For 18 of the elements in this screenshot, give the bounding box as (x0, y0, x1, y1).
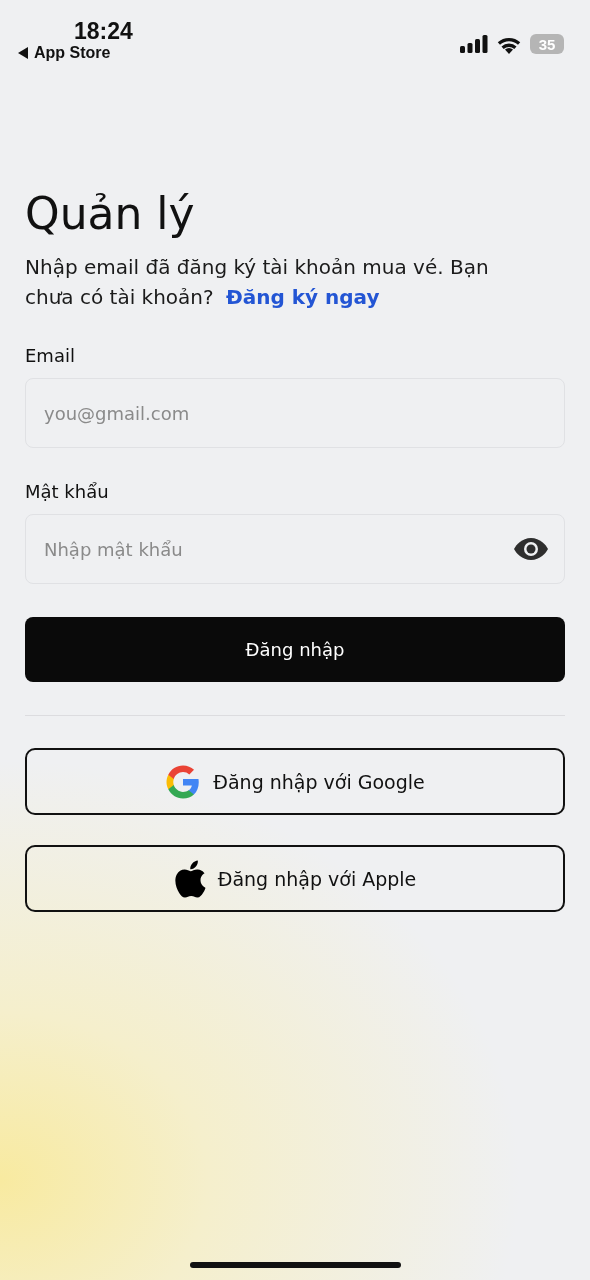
field-label: Email (25, 344, 76, 368)
page-title: Quản lý (25, 187, 196, 241)
register-link[interactable]: Đăng ký ngay (225, 285, 380, 309)
back-triangle-icon[interactable] (18, 47, 28, 59)
signal-icon (460, 35, 488, 53)
status-time: 18:24 (74, 18, 133, 44)
intro-text: Nhập email đã đăng ký tài khoản mua vé. Bạn chưa có tài khoản? Đăng ký ngay (25, 254, 490, 311)
google-login-button[interactable]: Đăng nhập với Google (25, 748, 565, 815)
battery-indicator: 35 (530, 34, 564, 54)
back-to-app-link[interactable]: App Store (34, 44, 111, 62)
email-field[interactable]: you@gmail.com (25, 378, 565, 448)
password-field[interactable]: Nhập mật khẩu (25, 514, 565, 584)
eye-icon[interactable] (513, 537, 549, 561)
login-button[interactable]: Đăng nhập (25, 617, 565, 682)
apple-logo-icon (173, 859, 206, 898)
google-g-icon (165, 763, 202, 800)
apple-login-button[interactable]: Đăng nhập với Apple (25, 845, 565, 912)
field-label: Mật khẩu (25, 480, 110, 504)
